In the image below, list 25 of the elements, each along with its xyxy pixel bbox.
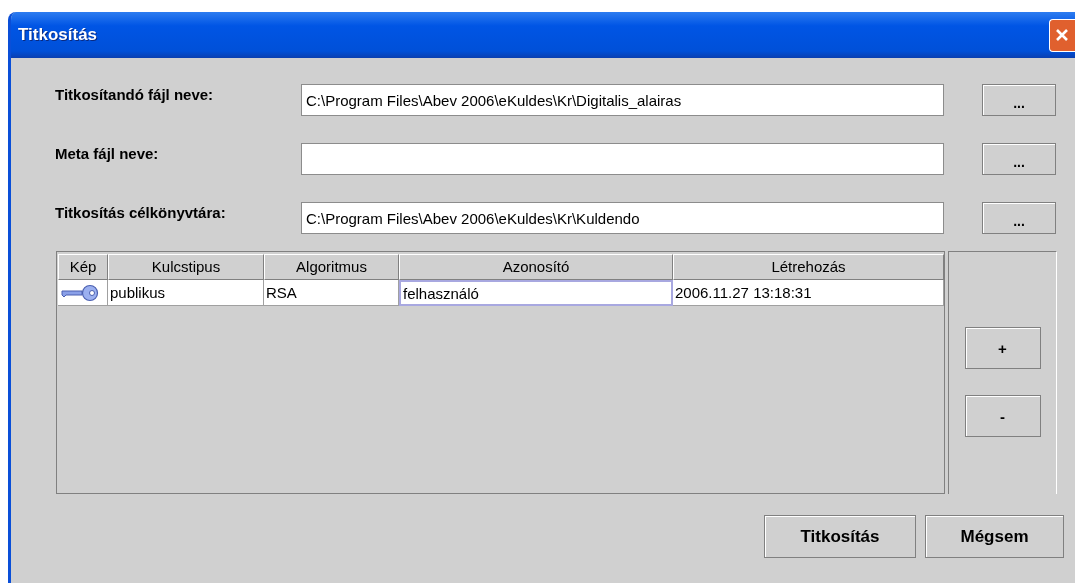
input-field[interactable] <box>301 143 944 175</box>
dialog-button[interactable]: Mégsem <box>925 515 1064 558</box>
close-icon <box>1054 27 1070 43</box>
side-button[interactable]: + <box>964 327 1041 369</box>
input-field[interactable]: C:\Program Files\Abev 2006\eKuldes\Kr\Digitalis_alairas <box>301 84 944 116</box>
table-cell: publikus <box>108 280 264 306</box>
side-button[interactable]: - <box>964 395 1041 437</box>
dialog-button[interactable]: Titkosítás <box>764 515 916 558</box>
column-header[interactable]: Algoritmus <box>264 254 399 280</box>
column-header[interactable]: Kép <box>58 254 108 280</box>
field-label: Meta fájl neve: <box>55 144 160 162</box>
browse-button[interactable]: ... <box>982 202 1056 234</box>
table-cell: RSA <box>264 280 399 306</box>
window-title: Titkosítás <box>18 25 98 45</box>
column-header[interactable]: Kulcstipus <box>108 254 264 280</box>
input-field[interactable]: C:\Program Files\Abev 2006\eKuldes\Kr\Kuldendo <box>301 202 944 234</box>
close-button[interactable] <box>1049 18 1075 52</box>
table-cell: felhasználó <box>399 280 673 306</box>
field-label: Titkosítandó fájl neve: <box>55 85 215 103</box>
browse-button[interactable]: ... <box>982 143 1056 175</box>
field-label: Titkosítás célkönyvtára: <box>55 203 227 221</box>
column-header[interactable]: Létrehozás <box>673 254 944 280</box>
table-cell: 2006.11.27 13:18:31 <box>673 280 944 306</box>
browse-button[interactable]: ... <box>982 84 1056 116</box>
column-header[interactable]: Azonosító <box>399 254 673 280</box>
